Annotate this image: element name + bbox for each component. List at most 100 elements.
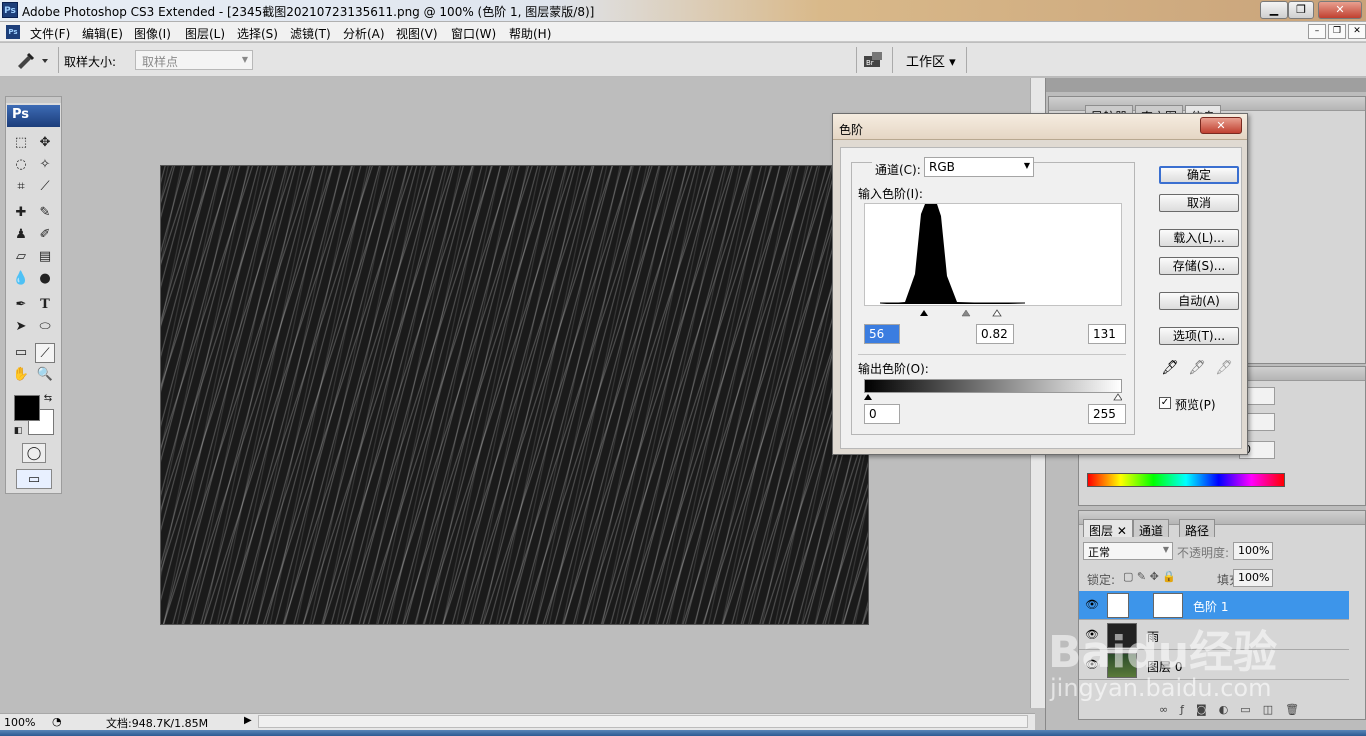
- output-white-field[interactable]: 255: [1088, 404, 1126, 424]
- visibility-eye-icon[interactable]: 👁: [1085, 659, 1099, 671]
- swap-colors-icon[interactable]: ⇆: [38, 389, 58, 409]
- foreground-color-swatch[interactable]: [14, 395, 40, 421]
- menu-analysis[interactable]: 分析(A): [343, 25, 385, 42]
- zoom-tool-icon[interactable]: 🔍: [35, 365, 55, 385]
- magic-wand-tool-icon[interactable]: ✧: [35, 155, 55, 175]
- minimize-button[interactable]: ▁: [1260, 1, 1288, 19]
- visibility-eye-icon[interactable]: 👁: [1085, 629, 1099, 641]
- blur-tool-icon[interactable]: 💧: [11, 269, 31, 289]
- dock-header[interactable]: [1046, 78, 1366, 92]
- toolbox-logo[interactable]: Ps: [7, 105, 60, 127]
- quick-mask-icon[interactable]: ◯: [22, 443, 46, 463]
- gradient-tool-icon[interactable]: ▤: [35, 247, 55, 267]
- color-spectrum[interactable]: [1087, 473, 1285, 487]
- hand-tool-icon[interactable]: ✋: [11, 365, 31, 385]
- menu-view[interactable]: 视图(V): [396, 25, 438, 42]
- tab-channels[interactable]: 通道: [1133, 519, 1170, 538]
- ellipse-tool-icon[interactable]: ⬭: [35, 317, 55, 337]
- dodge-tool-icon[interactable]: ●: [35, 269, 55, 289]
- layer-row[interactable]: 👁 图层 0: [1079, 651, 1349, 680]
- brush-tool-icon[interactable]: ✎: [35, 203, 55, 223]
- tab-layers[interactable]: 图层 ✕: [1083, 519, 1133, 538]
- menu-edit[interactable]: 编辑(E): [82, 25, 123, 42]
- menu-file[interactable]: 文件(F): [30, 25, 70, 42]
- input-gamma-field[interactable]: 0.82: [976, 324, 1014, 344]
- visibility-eye-icon[interactable]: 👁: [1085, 599, 1099, 611]
- output-black-field[interactable]: 0: [864, 404, 900, 424]
- save-button[interactable]: 存储(S)...: [1159, 257, 1239, 275]
- tab-paths[interactable]: 路径: [1179, 519, 1216, 538]
- input-sliders[interactable]: [864, 307, 1122, 317]
- layer-name[interactable]: 色阶 1: [1193, 598, 1228, 615]
- gray-eyedropper-icon[interactable]: 🖋: [1188, 360, 1206, 376]
- default-colors-icon[interactable]: ◧: [8, 421, 28, 441]
- screen-mode-icon[interactable]: ▭: [16, 469, 52, 489]
- layer-row[interactable]: 👁 色阶 1: [1079, 591, 1349, 620]
- toolbox: Ps ⬚ ✥ ◌ ✧ ⌗ ⟋ ✚ ✎ ♟ ✐ ▱ ▤ 💧 ● ✒ T ➤ ⬭ ▭…: [5, 96, 62, 494]
- layer-actions[interactable]: ∞ƒ◙◐▭◫🗑: [1159, 703, 1311, 716]
- preview-checkbox[interactable]: ✓: [1159, 397, 1171, 409]
- sample-size-select[interactable]: 取样点 ▼: [135, 50, 253, 70]
- document-icon[interactable]: Ps: [6, 25, 20, 39]
- doc-restore-button[interactable]: ❐: [1328, 24, 1346, 39]
- clone-stamp-tool-icon[interactable]: ♟: [11, 225, 31, 245]
- layer-name[interactable]: 雨: [1147, 628, 1159, 645]
- doc-close-button[interactable]: ✕: [1348, 24, 1366, 39]
- path-selection-tool-icon[interactable]: ➤: [11, 317, 31, 337]
- menu-layer[interactable]: 图层(L): [185, 25, 225, 42]
- eyedropper-tool-icon[interactable]: ⟋: [35, 343, 55, 363]
- ok-button[interactable]: 确定: [1159, 166, 1239, 184]
- doc-minimize-button[interactable]: –: [1308, 24, 1326, 39]
- options-bar: 取样大小: 取样点 ▼ Br 工作区 ▾: [0, 43, 1366, 77]
- eraser-tool-icon[interactable]: ▱: [11, 247, 31, 267]
- dialog-body: 通道(C): RGB ▼ 输入色阶(I): 56 0.82 131 输出色阶(O…: [840, 147, 1242, 449]
- menu-image[interactable]: 图像(I): [134, 25, 171, 42]
- blend-mode-select[interactable]: 正常 ▼: [1083, 542, 1173, 560]
- zoom-level[interactable]: 100%: [4, 716, 35, 729]
- layer-row[interactable]: 👁 雨: [1079, 621, 1349, 650]
- layer-name[interactable]: 图层 0: [1147, 658, 1182, 675]
- input-white-field[interactable]: 131: [1088, 324, 1126, 344]
- levels-dialog: 色阶 ✕ 通道(C): RGB ▼ 输入色阶(I): 56 0.82 131 输…: [832, 113, 1248, 455]
- history-brush-tool-icon[interactable]: ✐: [35, 225, 55, 245]
- maximize-button[interactable]: ❐: [1288, 1, 1314, 19]
- opacity-input[interactable]: 100%: [1233, 542, 1273, 560]
- auto-button[interactable]: 自动(A): [1159, 292, 1239, 310]
- type-tool-icon[interactable]: T: [35, 295, 55, 315]
- black-eyedropper-icon[interactable]: 🖋: [1161, 360, 1179, 376]
- workspace-button[interactable]: 工作区 ▾: [906, 51, 956, 70]
- load-button[interactable]: 载入(L)...: [1159, 229, 1239, 247]
- move-tool-icon[interactable]: ✥: [35, 133, 55, 153]
- cancel-button[interactable]: 取消: [1159, 194, 1239, 212]
- pen-tool-icon[interactable]: ✒: [11, 295, 31, 315]
- menu-filter[interactable]: 滤镜(T): [290, 25, 331, 42]
- lasso-tool-icon[interactable]: ◌: [11, 155, 31, 175]
- channel-select[interactable]: RGB ▼: [924, 157, 1034, 177]
- input-black-field[interactable]: 56: [864, 324, 900, 344]
- status-icon[interactable]: ◔: [52, 715, 62, 728]
- slice-tool-icon[interactable]: ⟋: [35, 177, 55, 197]
- crop-tool-icon[interactable]: ⌗: [11, 177, 31, 197]
- options-button[interactable]: 选项(T)...: [1159, 327, 1239, 345]
- menu-help[interactable]: 帮助(H): [509, 25, 551, 42]
- marquee-tool-icon[interactable]: ⬚: [11, 133, 31, 153]
- chevron-down-icon: ▼: [241, 55, 248, 64]
- horizontal-scrollbar[interactable]: [258, 715, 1028, 728]
- menu-select[interactable]: 选择(S): [237, 25, 278, 42]
- output-sliders[interactable]: [864, 391, 1123, 401]
- menu-window[interactable]: 窗口(W): [451, 25, 496, 42]
- toolbox-grip[interactable]: [6, 97, 61, 103]
- close-button[interactable]: ✕: [1318, 1, 1362, 19]
- bridge-icon[interactable]: Br: [862, 49, 886, 71]
- white-eyedropper-icon[interactable]: 🖋: [1215, 360, 1233, 376]
- dialog-close-button[interactable]: ✕: [1200, 117, 1242, 134]
- healing-brush-tool-icon[interactable]: ✚: [11, 203, 31, 223]
- eyedropper-tool-preset-icon[interactable]: [12, 50, 52, 70]
- channel-label: 通道(C):: [872, 161, 924, 178]
- lock-icons[interactable]: ▢ ✎ ✥ 🔒: [1123, 570, 1176, 583]
- document-canvas[interactable]: [160, 165, 869, 625]
- layer-mask-thumbnail[interactable]: [1153, 593, 1183, 618]
- fill-input[interactable]: 100%: [1233, 569, 1273, 587]
- status-menu-arrow-icon[interactable]: ▶: [244, 715, 252, 726]
- notes-tool-icon[interactable]: ▭: [11, 343, 31, 363]
